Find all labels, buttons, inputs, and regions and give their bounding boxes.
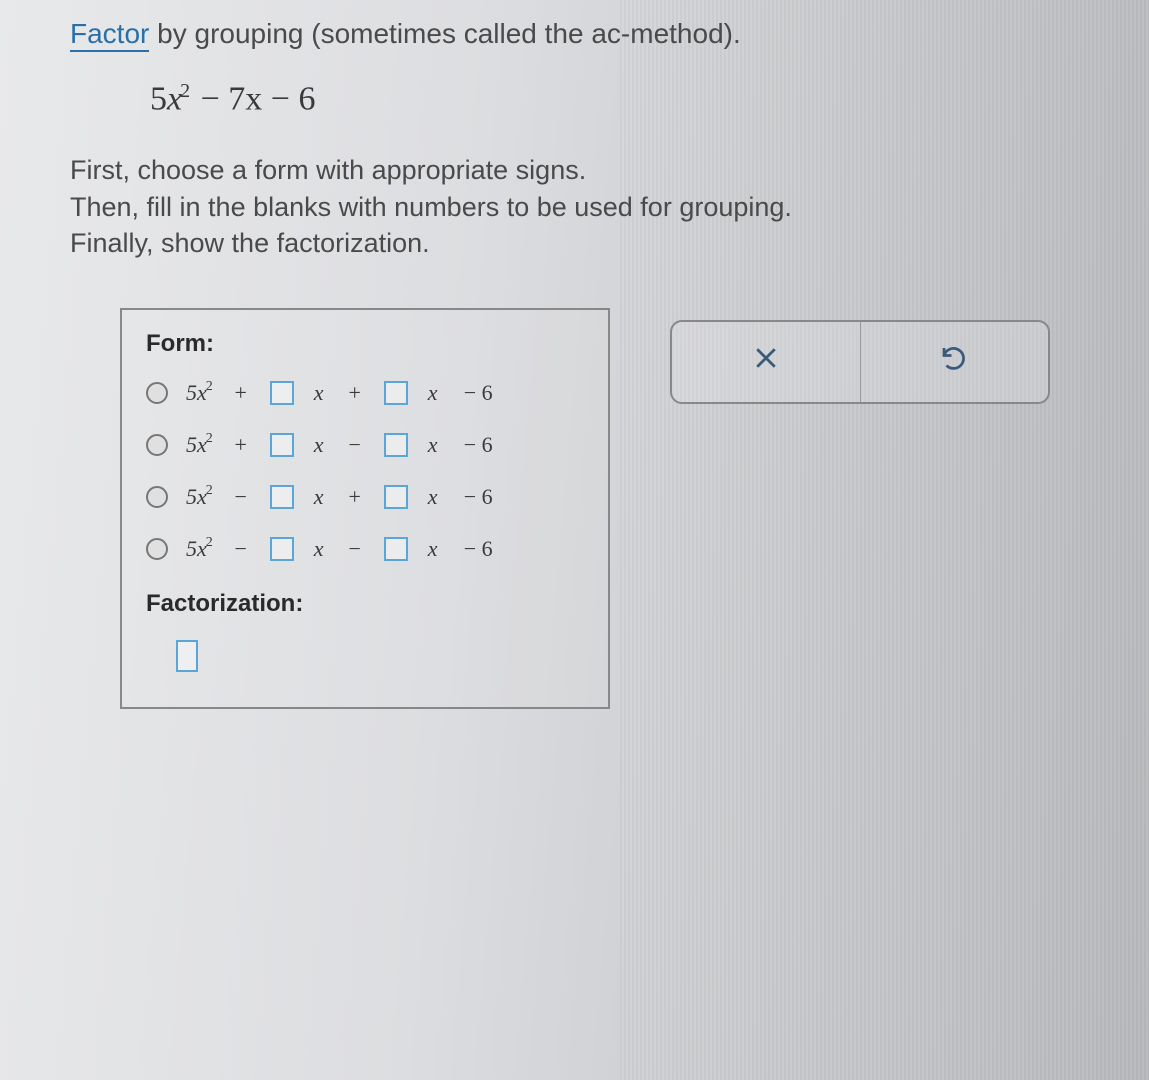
lead-term: 5x2 bbox=[186, 484, 214, 510]
x-var: x bbox=[314, 380, 328, 406]
option-1-sign-1: + bbox=[232, 380, 250, 406]
x-var: x bbox=[314, 484, 328, 510]
option-tail: − 6 bbox=[464, 432, 493, 458]
eq-coef: 5 bbox=[150, 80, 167, 117]
option-3-sign-2: + bbox=[346, 484, 364, 510]
form-panel: Form: 5x2 + x + x − 6 5x2 + x − bbox=[120, 308, 610, 709]
instructions-line-1: First, choose a form with appropriate si… bbox=[70, 152, 1079, 188]
x-var: x bbox=[314, 536, 328, 562]
option-3-blank-1[interactable] bbox=[270, 485, 294, 509]
option-4-sign-2: − bbox=[346, 536, 364, 562]
instructions-block: First, choose a form with appropriate si… bbox=[70, 152, 1079, 261]
option-2-blank-2[interactable] bbox=[384, 433, 408, 457]
problem-equation: 5x2 − 7x − 6 bbox=[150, 80, 1079, 118]
lead-term: 5x2 bbox=[186, 380, 214, 406]
problem-intro: Factor by grouping (sometimes called the… bbox=[70, 18, 1079, 50]
factorization-title: Factorization: bbox=[146, 590, 584, 618]
option-4-blank-2[interactable] bbox=[384, 537, 408, 561]
option-3-sign-1: − bbox=[232, 484, 250, 510]
x-var: x bbox=[428, 380, 442, 406]
lead-term: 5x2 bbox=[186, 432, 214, 458]
x-var: x bbox=[428, 484, 442, 510]
option-tail: − 6 bbox=[464, 380, 493, 406]
clear-button[interactable] bbox=[672, 322, 860, 402]
radio-option-1[interactable] bbox=[146, 382, 168, 404]
x-var: x bbox=[428, 536, 442, 562]
lead-term: 5x2 bbox=[186, 536, 214, 562]
option-4-sign-1: − bbox=[232, 536, 250, 562]
option-tail: − 6 bbox=[464, 484, 493, 510]
eq-rest: − 7x − 6 bbox=[192, 80, 315, 117]
option-2-blank-1[interactable] bbox=[270, 433, 294, 457]
x-icon bbox=[751, 343, 781, 381]
instructions-line-3: Finally, show the factorization. bbox=[70, 225, 1079, 261]
factorization-input[interactable] bbox=[176, 640, 198, 672]
option-3-blank-2[interactable] bbox=[384, 485, 408, 509]
radio-option-3[interactable] bbox=[146, 486, 168, 508]
instructions-line-2: Then, fill in the blanks with numbers to… bbox=[70, 189, 1079, 225]
eq-superscript: 2 bbox=[180, 80, 190, 102]
radio-option-4[interactable] bbox=[146, 538, 168, 560]
intro-rest: by grouping (sometimes called the ac-met… bbox=[149, 18, 740, 49]
action-panel bbox=[670, 320, 1050, 404]
option-2-sign-1: + bbox=[232, 432, 250, 458]
radio-option-2[interactable] bbox=[146, 434, 168, 456]
factor-link[interactable]: Factor bbox=[70, 18, 149, 52]
x-var: x bbox=[314, 432, 328, 458]
option-1-sign-2: + bbox=[346, 380, 364, 406]
option-tail: − 6 bbox=[464, 536, 493, 562]
form-title: Form: bbox=[146, 330, 584, 358]
option-1-blank-1[interactable] bbox=[270, 381, 294, 405]
undo-button[interactable] bbox=[860, 322, 1049, 402]
option-2-sign-2: − bbox=[346, 432, 364, 458]
option-4-blank-1[interactable] bbox=[270, 537, 294, 561]
form-option-1: 5x2 + x + x − 6 bbox=[146, 380, 584, 406]
form-option-4: 5x2 − x − x − 6 bbox=[146, 536, 584, 562]
option-1-blank-2[interactable] bbox=[384, 381, 408, 405]
x-var: x bbox=[428, 432, 442, 458]
form-option-2: 5x2 + x − x − 6 bbox=[146, 432, 584, 458]
form-option-3: 5x2 − x + x − 6 bbox=[146, 484, 584, 510]
undo-icon bbox=[939, 343, 969, 381]
